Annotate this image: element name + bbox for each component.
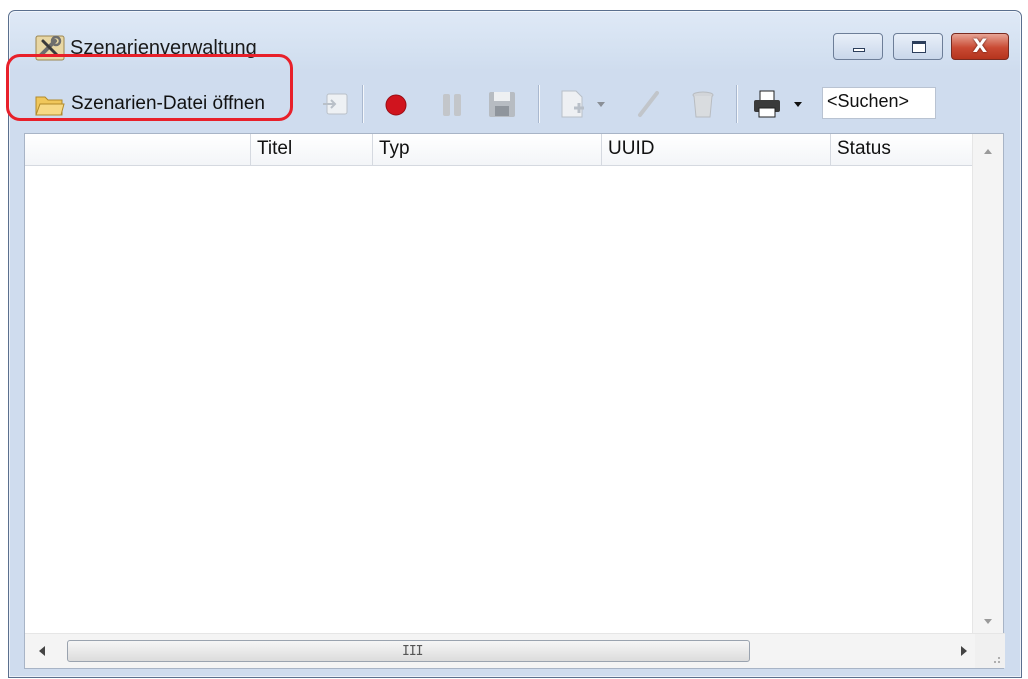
- column-header-blank[interactable]: [25, 134, 250, 165]
- resize-grip-icon[interactable]: [975, 634, 1005, 668]
- delete-trash-icon[interactable]: [687, 88, 719, 120]
- scroll-up-arrow-icon[interactable]: [984, 149, 992, 154]
- toolbar-separator: [736, 85, 737, 123]
- toolbar-separator: [538, 85, 539, 123]
- record-icon[interactable]: [380, 88, 412, 120]
- scenario-manager-window: Szenarienverwaltung X Szenarien-Datei öf…: [8, 10, 1022, 678]
- scenario-list[interactable]: Titel Typ UUID Status III: [24, 133, 1005, 669]
- horizontal-scroll-thumb[interactable]: III: [67, 640, 750, 662]
- scroll-down-arrow-icon[interactable]: [984, 619, 992, 624]
- toolbar-separator: [362, 85, 363, 123]
- minimize-button[interactable]: [833, 33, 883, 60]
- title-bar[interactable]: Szenarienverwaltung X: [9, 11, 1021, 63]
- save-icon[interactable]: [486, 88, 518, 120]
- column-header-uuid[interactable]: UUID: [601, 134, 830, 165]
- column-header-status[interactable]: Status: [830, 134, 991, 165]
- window-title: Szenarienverwaltung: [70, 37, 257, 59]
- open-scenario-file-label: Szenarien-Datei öffnen: [71, 93, 265, 114]
- toolbar: Szenarien-Datei öffnen <Suchen>: [18, 73, 1012, 125]
- close-icon: X: [972, 35, 988, 57]
- folder-open-icon: [35, 96, 65, 116]
- column-header-typ[interactable]: Typ: [372, 134, 601, 165]
- wrench-screwdriver-icon: [35, 35, 65, 61]
- print-dropdown-icon[interactable]: [794, 102, 802, 107]
- scroll-right-arrow-icon[interactable]: [961, 646, 967, 656]
- search-input[interactable]: <Suchen>: [822, 87, 936, 119]
- pause-icon[interactable]: [436, 88, 468, 120]
- maximize-icon: [912, 41, 926, 53]
- minimize-icon: [853, 48, 865, 52]
- list-header: Titel Typ UUID Status: [25, 134, 991, 166]
- vertical-scrollbar[interactable]: [972, 134, 1003, 636]
- open-scenario-file-button[interactable]: Szenarien-Datei öffnen: [21, 79, 311, 117]
- new-document-dropdown-icon[interactable]: [597, 102, 605, 107]
- maximize-button[interactable]: [893, 33, 943, 60]
- column-header-titel[interactable]: Titel: [250, 134, 372, 165]
- scroll-grip-icon: III: [402, 644, 424, 659]
- edit-pencil-icon[interactable]: [633, 88, 665, 120]
- close-button[interactable]: X: [951, 33, 1009, 60]
- scroll-left-arrow-icon[interactable]: [39, 646, 45, 656]
- new-document-icon[interactable]: [556, 88, 588, 120]
- import-icon[interactable]: [320, 88, 352, 120]
- print-icon[interactable]: [751, 88, 783, 120]
- horizontal-scrollbar[interactable]: III: [25, 633, 1005, 668]
